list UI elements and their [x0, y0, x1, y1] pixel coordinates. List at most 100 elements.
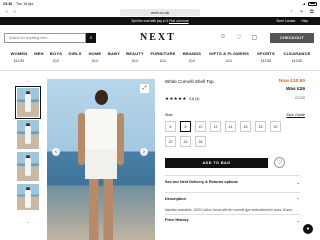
nav-item-women[interactable]: WOMEN £12.50: [8, 51, 30, 63]
nav-label: BRANDS: [182, 51, 202, 56]
price-now: Now £10.50: [278, 79, 305, 84]
chat-icon[interactable]: ●: [303, 224, 313, 234]
accordion-title: Price History: [165, 218, 189, 222]
heart-icon[interactable]: ♡: [274, 157, 285, 168]
heart-icon[interactable]: ♡: [236, 34, 241, 41]
chevron-down-icon[interactable]: ⌄: [26, 219, 29, 224]
nav-label: BABY: [107, 51, 121, 56]
battery-icon: [308, 1, 317, 6]
size-option[interactable]: 22: [165, 136, 176, 147]
status-date: Thu 16 Apr: [16, 2, 34, 6]
nav-item-furniture[interactable]: FURNITURE £14: [148, 51, 178, 63]
thumbnail[interactable]: [15, 86, 41, 119]
model-top: [85, 109, 117, 149]
nav-item-gifts[interactable]: GIFTS & FLOWERS £14: [206, 51, 252, 63]
nav-label: GIFTS & FLOWERS: [209, 51, 249, 56]
checkout-button[interactable]: CHECKOUT: [270, 33, 314, 43]
nav-item-home[interactable]: HOME £14: [86, 51, 104, 63]
address-bar[interactable]: next.co.uk: [120, 9, 200, 16]
search-button[interactable]: ⌕: [86, 33, 96, 43]
model-head: [95, 90, 108, 105]
chevron-up-icon: ⌃: [296, 197, 300, 202]
account-icon[interactable]: ☺: [220, 34, 226, 41]
size-guide-link[interactable]: Size Guide: [286, 113, 305, 117]
nav-item-clearance[interactable]: CLEARANCE £12.50: [280, 51, 314, 63]
nav-label: FURNITURE: [150, 51, 176, 56]
next-logo[interactable]: NEXT: [140, 32, 176, 43]
nav-price: £14: [189, 59, 195, 63]
price-was: Was £26: [285, 87, 305, 92]
thumb-figure: [25, 158, 31, 176]
bag-icon[interactable]: ▢: [252, 34, 258, 41]
nav-label: WOMEN: [10, 51, 28, 56]
model-arm: [78, 113, 85, 165]
nav-label: MEN: [34, 51, 44, 56]
size-option[interactable]: 6: [165, 121, 176, 132]
nav-label: SPORTS: [257, 51, 275, 56]
description-accordion[interactable]: Description ⌃: [165, 197, 300, 202]
size-option[interactable]: 12: [210, 121, 221, 132]
chevron-up-icon[interactable]: ⌃: [26, 80, 29, 85]
promo-text: Spill the: [131, 19, 144, 23]
size-option[interactable]: 14: [225, 121, 236, 132]
prev-image-button[interactable]: ‹: [52, 148, 60, 156]
nav-item-men[interactable]: MEN: [32, 51, 46, 59]
thumbnail[interactable]: [17, 120, 39, 149]
nav-item-beauty[interactable]: BEAUTY £14: [124, 51, 146, 63]
model-shorts: [85, 147, 117, 179]
product-title: White Cornelli Shell Top: [165, 79, 214, 84]
header-icons: ☺ ♡ ▢: [220, 34, 257, 41]
accordion-divider: [165, 214, 300, 215]
size-option[interactable]: 16: [240, 121, 251, 132]
promo-links: Store Locator Help: [276, 19, 308, 23]
accordion-divider: [165, 175, 300, 176]
nav-price: £10: [53, 59, 59, 63]
accordion-title: Description: [165, 197, 186, 201]
size-option[interactable]: 10: [195, 121, 206, 132]
size-option[interactable]: 26: [195, 136, 206, 147]
product-main-image[interactable]: [47, 79, 155, 240]
thumbnail[interactable]: [17, 184, 39, 210]
size-option-selected[interactable]: 8: [180, 121, 191, 132]
status-right: ▲: [302, 1, 317, 6]
price-history-accordion[interactable]: Price History ⌄: [165, 218, 300, 223]
thumbnail[interactable]: [17, 152, 39, 181]
share-icon[interactable]: ↑: [290, 9, 293, 15]
size-option[interactable]: 18: [255, 121, 266, 132]
help-link[interactable]: Help: [301, 19, 308, 23]
store-locator-link[interactable]: Store Locator: [276, 19, 295, 23]
nav-item-brands[interactable]: BRANDS £14: [180, 51, 204, 63]
new-tab-icon[interactable]: +: [300, 9, 303, 15]
price-saving: £12.50: [295, 96, 305, 100]
browser-toolbar: ‹ › next.co.uk ↑ + ⧉: [0, 8, 320, 17]
nav-price: £12.50: [291, 59, 303, 63]
accordion-title: See our Next Delivery & Returns options: [165, 180, 239, 184]
nav-price: £12.50: [260, 59, 272, 63]
model-legs: [89, 178, 113, 240]
nav-price: £14: [160, 59, 166, 63]
thumb-figure: [25, 94, 31, 112]
nav-item-sports[interactable]: SPORTS £12.50: [254, 51, 278, 63]
next-image-button[interactable]: ›: [140, 148, 148, 156]
promo-link[interactable]: Find out more: [169, 19, 189, 23]
rating-count[interactable]: 4.8 (3): [189, 97, 199, 101]
back-icon[interactable]: ‹: [6, 9, 8, 15]
nav-item-baby[interactable]: BABY: [106, 51, 122, 59]
star-rating-icon[interactable]: ★★★★★: [165, 96, 187, 102]
promo-message: Spill the cost with pay in 3 Find out mo…: [0, 19, 320, 23]
nav-divider: [0, 70, 320, 71]
delivery-accordion[interactable]: See our Next Delivery & Returns options ⌄: [165, 180, 300, 185]
site-header: Search for anything here... ⌕ NEXT ☺ ♡ ▢…: [0, 27, 320, 49]
size-option[interactable]: 24: [180, 136, 191, 147]
search-input[interactable]: Search for anything here...: [4, 33, 86, 43]
zoom-icon[interactable]: ⤢: [140, 84, 149, 93]
tabs-icon[interactable]: ⧉: [310, 9, 314, 15]
size-option[interactable]: 20: [270, 121, 281, 132]
forward-icon[interactable]: ›: [14, 9, 16, 15]
status-time: 23:36: [3, 2, 13, 6]
status-bar: 23:36 Thu 16 Apr ▲: [0, 0, 320, 8]
nav-item-girls[interactable]: GIRLS: [66, 51, 84, 59]
nav-item-boys[interactable]: BOYS £10: [48, 51, 64, 63]
nav-label: GIRLS: [68, 51, 82, 56]
add-to-bag-button[interactable]: ADD TO BAG: [165, 158, 268, 168]
